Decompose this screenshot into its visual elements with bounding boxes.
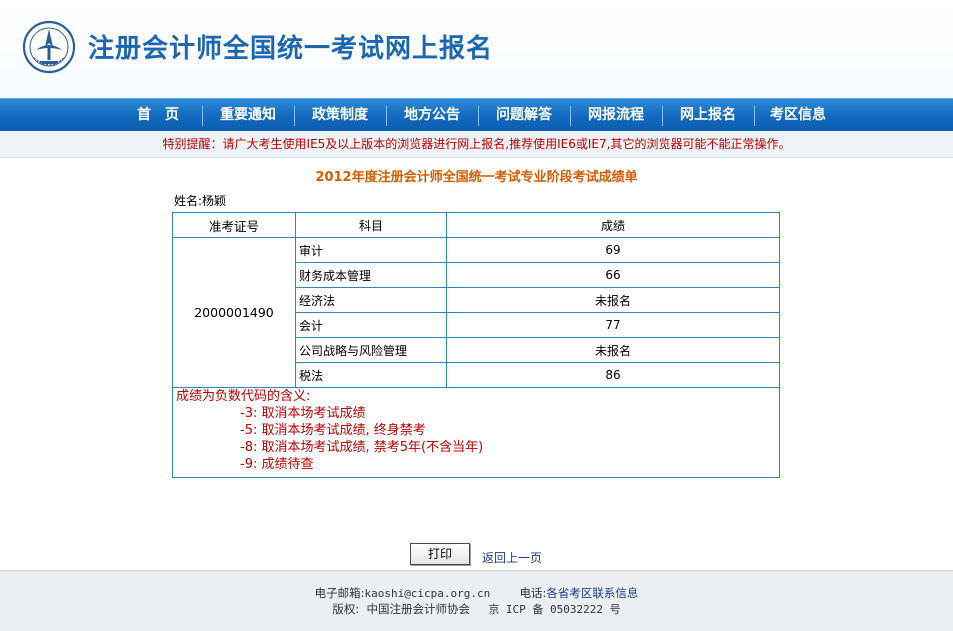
nav-process[interactable]: 网报流程 bbox=[574, 99, 658, 132]
nav-notices[interactable]: 重要通知 bbox=[206, 99, 290, 132]
subject-cell: 财务成本管理 bbox=[295, 262, 447, 288]
email-address[interactable]: kaoshi@cicpa.org.cn bbox=[364, 587, 490, 600]
phone-label: 电话: bbox=[519, 586, 547, 600]
icp-number: 京 ICP 备 05032222 号 bbox=[488, 603, 621, 616]
header-exam-id: 准考证号 bbox=[172, 212, 296, 238]
page-footer: 电子邮箱:kaoshi@cicpa.org.cn 电话:各省考区联系信息 版权:… bbox=[0, 570, 953, 631]
score-cell: 77 bbox=[446, 312, 780, 338]
site-header: 注册会计师全国统一考试网上报名 bbox=[0, 0, 953, 98]
student-name: 姓名:杨颖 bbox=[174, 194, 227, 208]
nav-policy[interactable]: 政策制度 bbox=[298, 99, 382, 132]
subject-cell: 税法 bbox=[295, 362, 447, 388]
nav-home[interactable]: 首 页 bbox=[118, 99, 198, 132]
nav-divider bbox=[202, 106, 203, 126]
nav-divider bbox=[570, 106, 571, 126]
nav-divider bbox=[754, 106, 755, 126]
nav-divider bbox=[478, 106, 479, 126]
exam-id-value: 2000001490 bbox=[172, 237, 296, 388]
back-link[interactable]: 返回上一页 bbox=[482, 549, 542, 566]
legend-item: -9: 成绩待查 bbox=[240, 457, 314, 472]
score-cell: 未报名 bbox=[446, 287, 780, 313]
score-table: 准考证号 科目 成绩 2000001490 审计 69 财务成本管理 66 经济… bbox=[172, 212, 780, 478]
nav-divider bbox=[294, 106, 295, 126]
negative-code-legend: 成绩为负数代码的含义: -3: 取消本场考试成绩 -5: 取消本场考试成绩, 终… bbox=[176, 388, 779, 473]
nav-online-registration[interactable]: 网上报名 bbox=[666, 99, 750, 132]
copyright-owner: 中国注册会计师协会 bbox=[366, 602, 471, 616]
subject-cell: 审计 bbox=[295, 237, 447, 263]
report-title: 2012年度注册会计师全国统一考试专业阶段考试成绩单 bbox=[315, 170, 638, 185]
score-cell: 66 bbox=[446, 262, 780, 288]
legend-item: -3: 取消本场考试成绩 bbox=[240, 406, 366, 421]
header-score: 成绩 bbox=[446, 212, 780, 238]
subject-cell: 公司战略与风险管理 bbox=[295, 337, 447, 363]
table-header-row: 准考证号 科目 成绩 bbox=[172, 212, 780, 238]
score-cell: 86 bbox=[446, 362, 780, 388]
legend-title: 成绩为负数代码的含义: bbox=[176, 389, 311, 404]
footer-contact-row: 电子邮箱:kaoshi@cicpa.org.cn 电话:各省考区联系信息 bbox=[0, 585, 953, 601]
score-cell: 未报名 bbox=[446, 337, 780, 363]
header-subject: 科目 bbox=[295, 212, 447, 238]
browser-notice: 特别提醒：请广大考生使用IE5及以上版本的浏览器进行网上报名,推荐使用IE6或I… bbox=[0, 131, 953, 158]
nav-local-notices[interactable]: 地方公告 bbox=[390, 99, 474, 132]
subject-cell: 经济法 bbox=[295, 287, 447, 313]
footer-copyright-row: 版权: 中国注册会计师协会 京 ICP 备 05032222 号 bbox=[0, 601, 953, 617]
subject-cell: 会计 bbox=[295, 312, 447, 338]
cicpa-logo-icon bbox=[22, 20, 76, 74]
legend-row: 成绩为负数代码的含义: -3: 取消本场考试成绩 -5: 取消本场考试成绩, 终… bbox=[172, 387, 780, 478]
table-row: 2000001490 审计 69 bbox=[172, 237, 780, 388]
nav-exam-areas[interactable]: 考区信息 bbox=[758, 99, 838, 132]
nav-divider bbox=[662, 106, 663, 126]
score-cell: 69 bbox=[446, 237, 780, 263]
legend-item: -5: 取消本场考试成绩, 终身禁考 bbox=[240, 423, 426, 438]
nav-divider bbox=[386, 106, 387, 126]
main-nav: 首 页 重要通知 政策制度 地方公告 问题解答 网报流程 网上报名 考区信息 bbox=[0, 98, 953, 132]
legend-cell: 成绩为负数代码的含义: -3: 取消本场考试成绩 -5: 取消本场考试成绩, 终… bbox=[172, 387, 780, 478]
copyright-label: 版权: bbox=[332, 602, 360, 616]
regional-contact-link[interactable]: 各省考区联系信息 bbox=[546, 586, 638, 600]
site-title: 注册会计师全国统一考试网上报名 bbox=[88, 34, 494, 64]
nav-faq[interactable]: 问题解答 bbox=[482, 99, 566, 132]
email-label: 电子邮箱: bbox=[314, 586, 365, 600]
legend-item: -8: 取消本场考试成绩, 禁考5年(不含当年) bbox=[240, 440, 484, 455]
print-button[interactable]: 打印 bbox=[410, 543, 470, 565]
